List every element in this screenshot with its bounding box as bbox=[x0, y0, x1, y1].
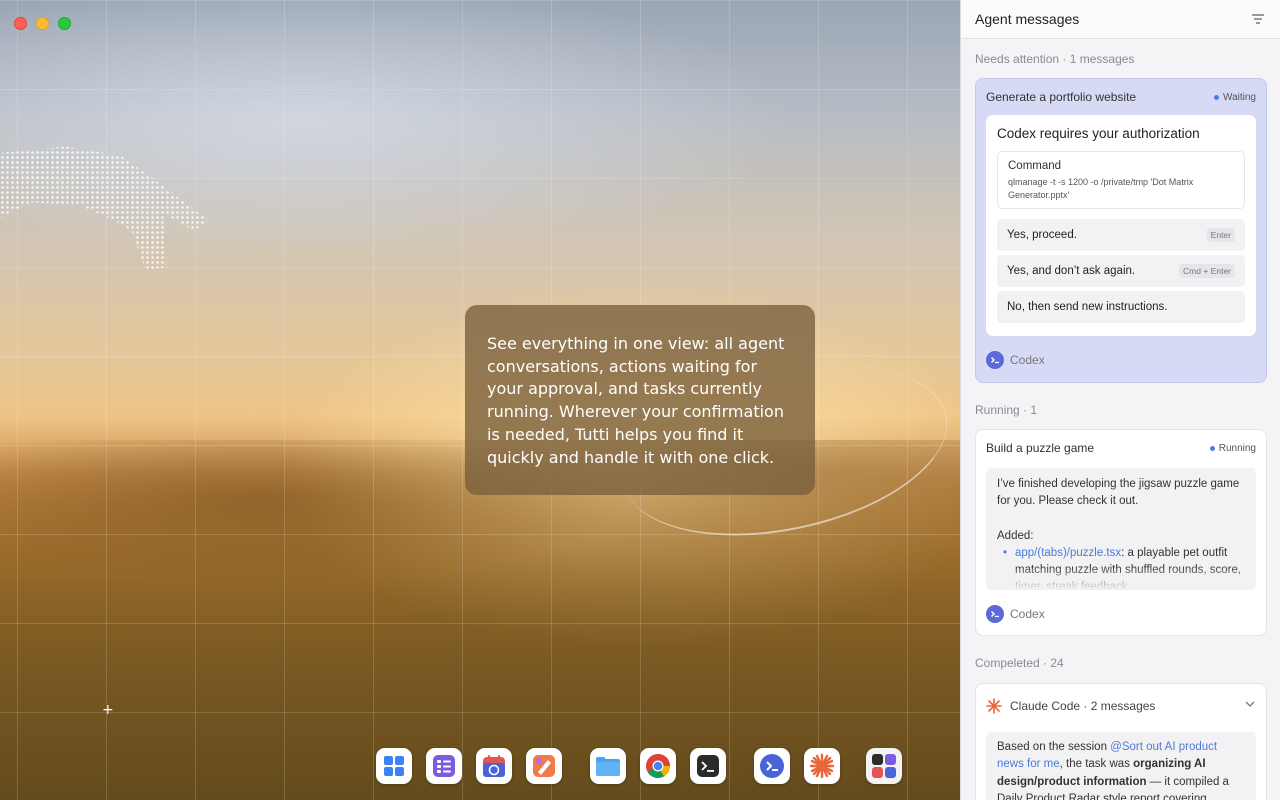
added-label: Added: bbox=[997, 529, 1034, 542]
command-box: Command qlmanage -t -s 1200 -o /private/… bbox=[997, 151, 1245, 209]
launchpad-icon[interactable] bbox=[376, 748, 412, 784]
window-controls bbox=[14, 17, 71, 30]
agent-messages-panel: Agent messages Needs attention · 1 messa… bbox=[960, 0, 1280, 800]
completed-card-title-group: Claude Code · 2 messages bbox=[986, 698, 1155, 714]
message-text: Based on the session bbox=[997, 741, 1111, 753]
option-label: No, then send new instructions. bbox=[1007, 301, 1168, 313]
claude-icon[interactable] bbox=[804, 748, 840, 784]
claude-icon bbox=[986, 698, 1002, 714]
option-yes-proceed[interactable]: Yes, proceed. Enter bbox=[997, 219, 1245, 251]
running-card-title: Build a puzzle game bbox=[986, 441, 1095, 455]
chevron-down-icon[interactable] bbox=[1244, 697, 1256, 715]
completed-message: Based on the session @Sort out AI produc… bbox=[986, 732, 1256, 800]
agent-name: Codex bbox=[1010, 607, 1045, 621]
running-message: I’ve finished developing the jigsaw puzz… bbox=[986, 468, 1256, 590]
status-label: Waiting bbox=[1223, 91, 1256, 103]
codex-icon bbox=[986, 605, 1004, 623]
minimize-window-button[interactable] bbox=[36, 17, 49, 30]
status-dot-icon bbox=[1209, 445, 1215, 451]
terminal-icon[interactable] bbox=[690, 748, 726, 784]
agent-name: Codex bbox=[1010, 353, 1045, 367]
command-label: Command bbox=[1008, 160, 1062, 172]
shortcut-hint: Enter bbox=[1206, 228, 1235, 242]
option-no-send-instructions[interactable]: No, then send new instructions. bbox=[997, 291, 1245, 323]
checklist-icon[interactable] bbox=[426, 748, 462, 784]
agent-footer: Codex bbox=[986, 605, 1045, 623]
chrome-icon[interactable] bbox=[640, 748, 676, 784]
command-text: qlmanage -t -s 1200 -o /private/tmp 'Dot… bbox=[1008, 177, 1194, 200]
shortcut-hint: Cmd + Enter bbox=[1179, 264, 1235, 278]
apps-grid-icon[interactable] bbox=[866, 748, 902, 784]
needs-attention-label: Needs attention · 1 messages bbox=[975, 52, 1135, 66]
codex-icon bbox=[986, 351, 1004, 369]
folder-icon[interactable] bbox=[590, 748, 626, 784]
filter-icon[interactable] bbox=[1250, 11, 1266, 27]
running-label: Running · 1 bbox=[975, 403, 1038, 417]
message-intro: I’ve finished developing the jigsaw puzz… bbox=[997, 478, 1240, 508]
status-label: Running bbox=[1218, 442, 1256, 454]
status-badge: Waiting bbox=[1214, 92, 1256, 103]
completed-card-header: Claude Code · 2 messages bbox=[976, 684, 1266, 728]
intro-message-card: See everything in one view: all agent co… bbox=[465, 305, 815, 495]
desktop-wallpaper: + See everything in one view: all agent … bbox=[0, 0, 960, 800]
authorization-box: Codex requires your authorization Comman… bbox=[986, 115, 1256, 336]
running-card-header: Build a puzzle game Running bbox=[976, 430, 1266, 466]
file-link[interactable]: app/(tabs)/puzzle.tsx bbox=[1015, 547, 1121, 559]
message-text: , the task was bbox=[1059, 758, 1134, 771]
close-window-button[interactable] bbox=[14, 17, 27, 30]
attention-card[interactable]: Generate a portfolio website Waiting Cod… bbox=[975, 78, 1267, 383]
authorization-title: Codex requires your authorization bbox=[997, 126, 1200, 141]
attention-card-title: Generate a portfolio website bbox=[986, 90, 1137, 104]
running-card[interactable]: Build a puzzle game Running I’ve finishe… bbox=[975, 429, 1267, 636]
codex-icon[interactable] bbox=[754, 748, 790, 784]
attention-card-header: Generate a portfolio website Waiting bbox=[976, 79, 1266, 115]
text-fade bbox=[986, 566, 1256, 590]
completed-label: Compeleted · 24 bbox=[975, 656, 1064, 670]
panel-title: Agent messages bbox=[975, 11, 1080, 27]
status-dot-icon bbox=[1214, 94, 1220, 100]
option-yes-dont-ask-again[interactable]: Yes, and don’t ask again. Cmd + Enter bbox=[997, 255, 1245, 287]
calendar-sync-icon[interactable] bbox=[476, 748, 512, 784]
status-badge: Running bbox=[1209, 442, 1256, 454]
panel-header: Agent messages bbox=[961, 0, 1280, 39]
completed-card[interactable]: Claude Code · 2 messages Based on the se… bbox=[975, 683, 1267, 800]
completed-card-title: Claude Code · 2 messages bbox=[1010, 699, 1156, 713]
intro-text: See everything in one view: all agent co… bbox=[487, 334, 785, 467]
maximize-window-button[interactable] bbox=[58, 17, 71, 30]
plus-marker-icon: + bbox=[102, 702, 114, 718]
design-tool-icon[interactable] bbox=[526, 748, 562, 784]
option-label: Yes, and don’t ask again. bbox=[1007, 265, 1136, 277]
agent-footer: Codex bbox=[986, 351, 1045, 369]
option-label: Yes, proceed. bbox=[1007, 229, 1077, 241]
